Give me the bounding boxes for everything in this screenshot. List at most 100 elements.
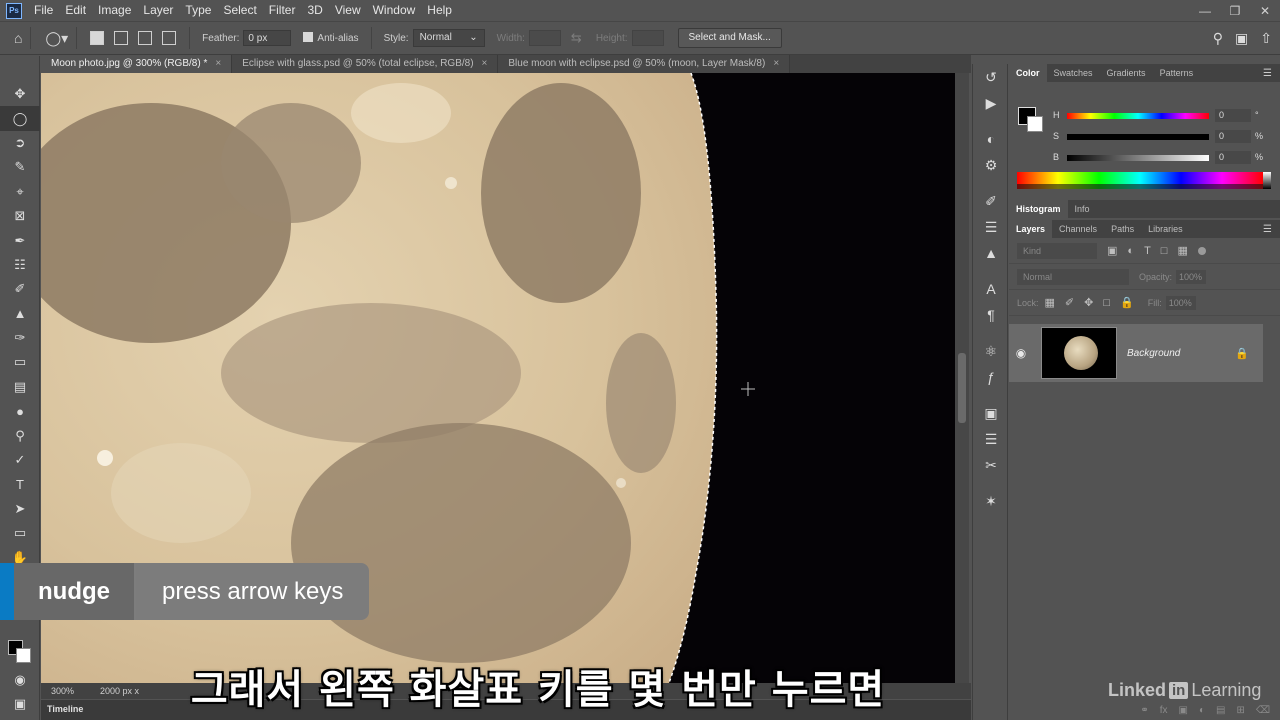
- width-input[interactable]: [528, 30, 561, 46]
- shape-filter-icon[interactable]: □: [1161, 245, 1168, 257]
- fx-icon[interactable]: ƒ: [973, 364, 1009, 390]
- brightness-input[interactable]: 0: [1215, 151, 1251, 164]
- kind-filter-select[interactable]: Kind: [1017, 242, 1097, 259]
- tab-histogram[interactable]: Histogram: [1009, 200, 1068, 218]
- elliptical-marquee-preset-icon[interactable]: ◯▾: [45, 30, 68, 47]
- eraser-tool-icon[interactable]: ▭: [0, 350, 40, 374]
- screen-mode-icon[interactable]: ▣: [0, 692, 40, 716]
- tab-channels[interactable]: Channels: [1052, 220, 1104, 238]
- menu-3d[interactable]: 3D: [301, 0, 328, 21]
- brush-settings-icon[interactable]: ☰: [973, 214, 1009, 240]
- menu-type[interactable]: Type: [179, 0, 217, 21]
- frame-tool-icon[interactable]: ⊠: [0, 204, 40, 228]
- history-icon[interactable]: ↺: [973, 64, 1009, 90]
- feather-input[interactable]: 0 px: [243, 30, 292, 46]
- type-tool-icon[interactable]: T: [0, 472, 40, 496]
- character-icon[interactable]: A: [973, 276, 1009, 302]
- panel-menu-icon[interactable]: ☰: [1263, 224, 1272, 235]
- move-tool-icon[interactable]: ✥: [0, 82, 40, 106]
- tab-color[interactable]: Color: [1009, 64, 1047, 82]
- scrollbar-thumb[interactable]: [958, 353, 966, 423]
- lock-icon[interactable]: 🔒: [1235, 347, 1249, 360]
- notes-icon[interactable]: ☰: [973, 426, 1009, 452]
- close-tab-icon[interactable]: ×: [482, 58, 488, 69]
- elliptical-marquee-tool-icon[interactable]: ◯: [0, 106, 40, 131]
- styles-icon[interactable]: ⚛: [973, 338, 1009, 364]
- menu-layer[interactable]: Layer: [137, 0, 179, 21]
- black-white-ramp[interactable]: [1263, 172, 1271, 189]
- tab-gradients[interactable]: Gradients: [1100, 64, 1153, 82]
- tools-scissors-icon[interactable]: ✂: [973, 452, 1009, 478]
- adjustment-layer-icon[interactable]: ◐: [1199, 705, 1205, 716]
- fx-icon[interactable]: fx: [1160, 705, 1168, 716]
- trash-icon[interactable]: ⌫: [1256, 705, 1270, 716]
- swap-dimensions-icon[interactable]: ⇆: [571, 30, 582, 46]
- menu-edit[interactable]: Edit: [59, 0, 92, 21]
- close-tab-icon[interactable]: ×: [215, 58, 221, 69]
- layer-row-background[interactable]: ◉ Background 🔒: [1009, 324, 1263, 382]
- add-mask-icon[interactable]: ▣: [1179, 705, 1188, 716]
- crop-tool-icon[interactable]: ⌖: [0, 180, 40, 204]
- actions-play-icon[interactable]: ▶: [973, 90, 1009, 116]
- minimize-icon[interactable]: —: [1190, 0, 1220, 21]
- navigator-icon[interactable]: ✶: [973, 488, 1009, 514]
- menu-help[interactable]: Help: [421, 0, 458, 21]
- menu-view[interactable]: View: [329, 0, 367, 21]
- subtract-from-selection-icon[interactable]: [138, 31, 153, 45]
- brushes-icon[interactable]: ✐: [973, 188, 1009, 214]
- dodge-tool-icon[interactable]: ⚲: [0, 423, 40, 447]
- tab-blue-moon[interactable]: Blue moon with eclipse.psd @ 50% (moon, …: [498, 55, 791, 73]
- clone-source-icon[interactable]: ▲: [973, 240, 1009, 266]
- eye-icon[interactable]: ◉: [1009, 346, 1033, 360]
- color-spectrum[interactable]: [1017, 172, 1263, 189]
- background-color-chip[interactable]: [1027, 116, 1043, 132]
- panel-menu-icon[interactable]: ☰: [1263, 68, 1272, 79]
- smart-object-filter-icon[interactable]: ▦: [1177, 244, 1187, 257]
- tab-layers[interactable]: Layers: [1009, 220, 1053, 238]
- search-icon[interactable]: ⚲: [1213, 30, 1223, 47]
- type-filter-icon[interactable]: T: [1144, 245, 1151, 257]
- antialias-checkbox[interactable]: [303, 31, 314, 42]
- height-input[interactable]: [631, 30, 664, 46]
- tab-swatches[interactable]: Swatches: [1047, 64, 1100, 82]
- history-brush-tool-icon[interactable]: ✑: [0, 326, 40, 350]
- blend-mode-select[interactable]: Normal: [1017, 268, 1129, 285]
- menu-window[interactable]: Window: [367, 0, 422, 21]
- tab-eclipse-with-glass[interactable]: Eclipse with glass.psd @ 50% (total ecli…: [232, 55, 499, 73]
- quick-mask-icon[interactable]: ◉: [0, 668, 40, 692]
- properties-icon[interactable]: ⚙: [973, 152, 1009, 178]
- menu-filter[interactable]: Filter: [263, 0, 302, 21]
- eyedropper-tool-icon[interactable]: ✒: [0, 228, 40, 252]
- menu-image[interactable]: Image: [92, 0, 137, 21]
- tab-info[interactable]: Info: [1068, 200, 1097, 218]
- menu-select[interactable]: Select: [217, 0, 262, 21]
- blur-tool-icon[interactable]: ●: [0, 399, 40, 423]
- saturation-slider[interactable]: [1067, 134, 1209, 140]
- lock-transparent-icon[interactable]: ▦: [1045, 296, 1055, 309]
- vertical-scrollbar[interactable]: [955, 73, 969, 683]
- healing-brush-tool-icon[interactable]: ☷: [0, 253, 40, 277]
- new-group-icon[interactable]: ▤: [1216, 705, 1225, 716]
- brightness-slider[interactable]: [1067, 155, 1209, 161]
- hue-slider[interactable]: [1067, 113, 1209, 119]
- saturation-input[interactable]: 0: [1215, 130, 1251, 143]
- workspace-icon[interactable]: ▣: [1235, 30, 1248, 47]
- new-layer-icon[interactable]: ⊞: [1236, 705, 1244, 716]
- hue-input[interactable]: 0: [1215, 109, 1251, 122]
- menu-file[interactable]: File: [28, 0, 59, 21]
- tab-libraries[interactable]: Libraries: [1141, 220, 1190, 238]
- close-tab-icon[interactable]: ×: [773, 58, 779, 69]
- color-swatches[interactable]: [6, 634, 36, 666]
- paragraph-icon[interactable]: ¶: [973, 302, 1009, 328]
- path-selection-tool-icon[interactable]: ➤: [0, 497, 40, 521]
- share-icon[interactable]: ⇧: [1260, 30, 1272, 47]
- lock-position-icon[interactable]: ✥: [1084, 296, 1093, 309]
- tab-patterns[interactable]: Patterns: [1153, 64, 1201, 82]
- adjustment-filter-icon[interactable]: ◐: [1127, 245, 1134, 257]
- quick-selection-tool-icon[interactable]: ✎: [0, 155, 40, 179]
- filter-toggle-icon[interactable]: [1197, 246, 1206, 255]
- clone-stamp-tool-icon[interactable]: ▲: [0, 302, 40, 326]
- pen-tool-icon[interactable]: ✓: [0, 448, 40, 472]
- add-to-selection-icon[interactable]: [114, 31, 129, 45]
- adjustments-icon[interactable]: ◐: [973, 126, 1009, 152]
